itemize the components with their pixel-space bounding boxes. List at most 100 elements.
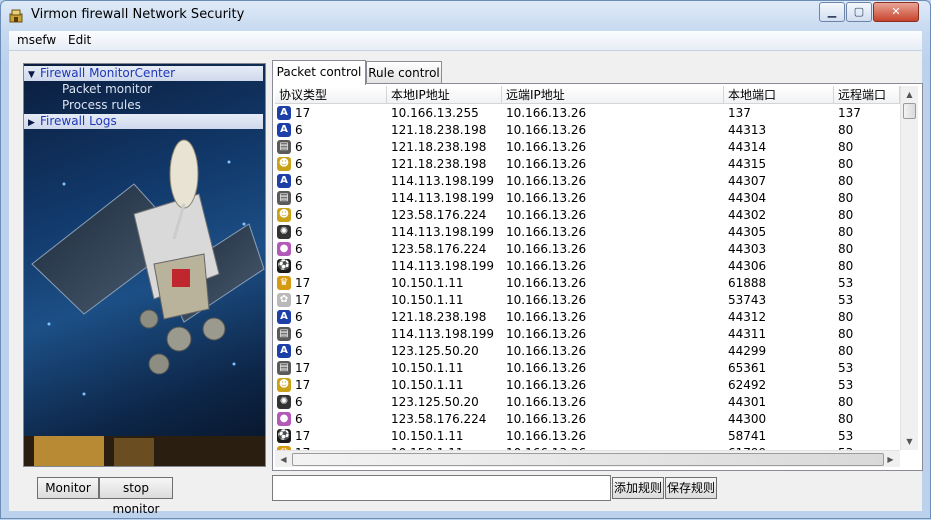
add-rule-button[interactable]: 添加规则 (612, 477, 664, 499)
table-row[interactable]: ⚽ 17 10.150.1.11 10.166.13.26 58741 53 (275, 428, 899, 445)
scroll-down-icon[interactable]: ▼ (902, 434, 917, 449)
cell-protocol: 17 (295, 361, 311, 375)
tree-panel: ▼ Firewall MonitorCenter Packet monitor P… (23, 63, 266, 467)
cell-protocol: 6 (295, 259, 303, 273)
table-row[interactable]: ✺ 6 114.113.198.199 10.166.13.26 44305 80 (275, 224, 899, 241)
table-row[interactable]: ✿ 17 10.150.1.11 10.166.13.26 53743 53 (275, 292, 899, 309)
table-row[interactable]: ▤ 6 114.113.198.199 10.166.13.26 44304 80 (275, 190, 899, 207)
client-area: ▼ Firewall MonitorCenter Packet monitor P… (9, 51, 923, 516)
tree-item-monitor-center[interactable]: ▼ Firewall MonitorCenter (24, 66, 263, 81)
menu-bar: msefw Edit (9, 31, 922, 51)
table-row[interactable]: ☻ 6 121.18.238.198 10.166.13.26 44315 80 (275, 156, 899, 173)
cell-remote-port: 137 (838, 106, 861, 120)
rule-input[interactable] (272, 475, 611, 501)
cell-remote-port: 80 (838, 140, 854, 154)
blue-a-icon: A (277, 174, 291, 188)
cell-remote-ip: 10.166.13.26 (506, 429, 587, 443)
menu-edit[interactable]: Edit (68, 33, 91, 47)
blue-a-icon: A (277, 344, 291, 358)
menu-msefw[interactable]: msefw (17, 33, 56, 47)
column-header-local-port[interactable]: 本地端口 (724, 86, 834, 104)
column-header-protocol[interactable]: 协议类型 (275, 86, 387, 104)
horizontal-scroll-thumb[interactable] (292, 453, 884, 466)
cell-remote-port: 80 (838, 208, 854, 222)
column-header-remote-ip[interactable]: 远端IP地址 (502, 86, 724, 104)
packet-list[interactable]: 协议类型 本地IP地址 远端IP地址 本地端口 远程端口 A 17 10.166.1… (275, 86, 919, 467)
table-row[interactable]: ✺ 6 123.125.50.20 10.166.13.26 44301 80 (275, 394, 899, 411)
table-row[interactable]: ● 6 123.58.176.224 10.166.13.26 44303 80 (275, 241, 899, 258)
table-row[interactable]: ⚽ 6 114.113.198.199 10.166.13.26 44306 80 (275, 258, 899, 275)
table-row[interactable]: ▤ 6 114.113.198.199 10.166.13.26 44311 80 (275, 326, 899, 343)
cell-local-ip: 123.58.176.224 (391, 242, 487, 256)
cell-local-port: 58741 (728, 429, 767, 443)
collapsed-arrow-icon: ▶ (28, 118, 35, 128)
cell-local-ip: 121.18.238.198 (391, 157, 487, 171)
cell-local-port: 53743 (728, 293, 767, 307)
cell-local-ip: 123.58.176.224 (391, 412, 487, 426)
cell-remote-port: 53 (838, 378, 854, 392)
vertical-scrollbar[interactable]: ▲ ▼ (900, 86, 918, 450)
stop-monitor-button[interactable]: stop monitor (99, 477, 173, 516)
cell-remote-ip: 10.166.13.26 (506, 123, 587, 137)
minimize-button[interactable]: ▁ (819, 2, 845, 22)
cell-protocol: 6 (295, 327, 303, 341)
close-button[interactable]: ✕ (873, 2, 919, 22)
column-header-local-ip[interactable]: 本地IP地址 (387, 86, 502, 104)
tab-rule-control[interactable]: Rule control (366, 61, 442, 84)
cell-remote-port: 53 (838, 276, 854, 290)
table-row[interactable]: A 6 121.18.238.198 10.166.13.26 44313 80 (275, 122, 899, 139)
soccer-ball-icon: ⚽ (277, 429, 291, 443)
cell-protocol: 6 (295, 395, 303, 409)
table-row[interactable]: ☻ 6 123.58.176.224 10.166.13.26 44302 80 (275, 207, 899, 224)
cell-local-ip: 114.113.198.199 (391, 174, 495, 188)
cell-local-port: 44314 (728, 140, 767, 154)
table-row[interactable]: A 6 123.125.50.20 10.166.13.26 44299 80 (275, 343, 899, 360)
vertical-scroll-thumb[interactable] (903, 103, 916, 119)
cell-local-port: 65361 (728, 361, 767, 375)
tab-packet-control[interactable]: Packet control (272, 60, 366, 85)
table-row[interactable]: ▤ 6 121.18.238.198 10.166.13.26 44314 80 (275, 139, 899, 156)
column-header-remote-port[interactable]: 远程端口 (834, 86, 900, 104)
table-row[interactable]: A 6 114.113.198.199 10.166.13.26 44307 80 (275, 173, 899, 190)
table-row[interactable]: A 17 10.166.13.255 10.166.13.26 137 137 (275, 105, 899, 122)
title-bar[interactable]: Virmon firewall Network Security ▁ ▢ ✕ (1, 1, 930, 31)
cell-remote-port: 80 (838, 395, 854, 409)
tree-item-label: Firewall Logs (40, 114, 117, 128)
monitor-button[interactable]: Monitor (37, 477, 99, 499)
color-disc-icon: ● (277, 242, 291, 256)
tree-item-packet-monitor[interactable]: Packet monitor (24, 82, 263, 97)
cell-protocol: 17 (295, 276, 311, 290)
table-row[interactable]: ♛ 17 10.150.1.11 10.166.13.26 61888 53 (275, 275, 899, 292)
table-row[interactable]: ▤ 17 10.150.1.11 10.166.13.26 65361 53 (275, 360, 899, 377)
tree-item-process-rules[interactable]: Process rules (24, 98, 263, 113)
color-disc-icon: ● (277, 412, 291, 426)
cell-local-port: 44311 (728, 327, 767, 341)
cell-local-port: 44300 (728, 412, 767, 426)
cell-remote-ip: 10.166.13.26 (506, 174, 587, 188)
blue-a-icon: A (277, 123, 291, 137)
horizontal-scrollbar[interactable]: ◀ ▶ (275, 450, 900, 467)
tree-item-label: Packet monitor (62, 82, 153, 96)
cell-local-port: 44315 (728, 157, 767, 171)
scroll-up-icon[interactable]: ▲ (902, 87, 917, 102)
cell-remote-port: 53 (838, 293, 854, 307)
cell-local-ip: 10.150.1.11 (391, 378, 464, 392)
scroll-left-icon[interactable]: ◀ (276, 452, 291, 467)
document-icon: ▤ (277, 361, 291, 375)
table-row[interactable]: ● 6 123.58.176.224 10.166.13.26 44300 80 (275, 411, 899, 428)
soccer-ball-icon: ⚽ (277, 259, 291, 273)
tree-item-label: Firewall MonitorCenter (40, 66, 176, 80)
table-row[interactable]: A 6 121.18.238.198 10.166.13.26 44312 80 (275, 309, 899, 326)
document-icon: ▤ (277, 327, 291, 341)
cell-remote-ip: 10.166.13.26 (506, 276, 587, 290)
cell-local-ip: 10.150.1.11 (391, 361, 464, 375)
maximize-button[interactable]: ▢ (846, 2, 872, 22)
scroll-right-icon[interactable]: ▶ (883, 452, 898, 467)
cell-remote-ip: 10.166.13.26 (506, 344, 587, 358)
gear-ball-icon: ✺ (277, 395, 291, 409)
save-rule-button[interactable]: 保存规则 (665, 477, 717, 499)
table-row[interactable]: ☻ 17 10.150.1.11 10.166.13.26 62492 53 (275, 377, 899, 394)
tree-item-firewall-logs[interactable]: ▶ Firewall Logs (24, 114, 263, 129)
cell-remote-ip: 10.166.13.26 (506, 140, 587, 154)
cell-protocol: 17 (295, 293, 311, 307)
